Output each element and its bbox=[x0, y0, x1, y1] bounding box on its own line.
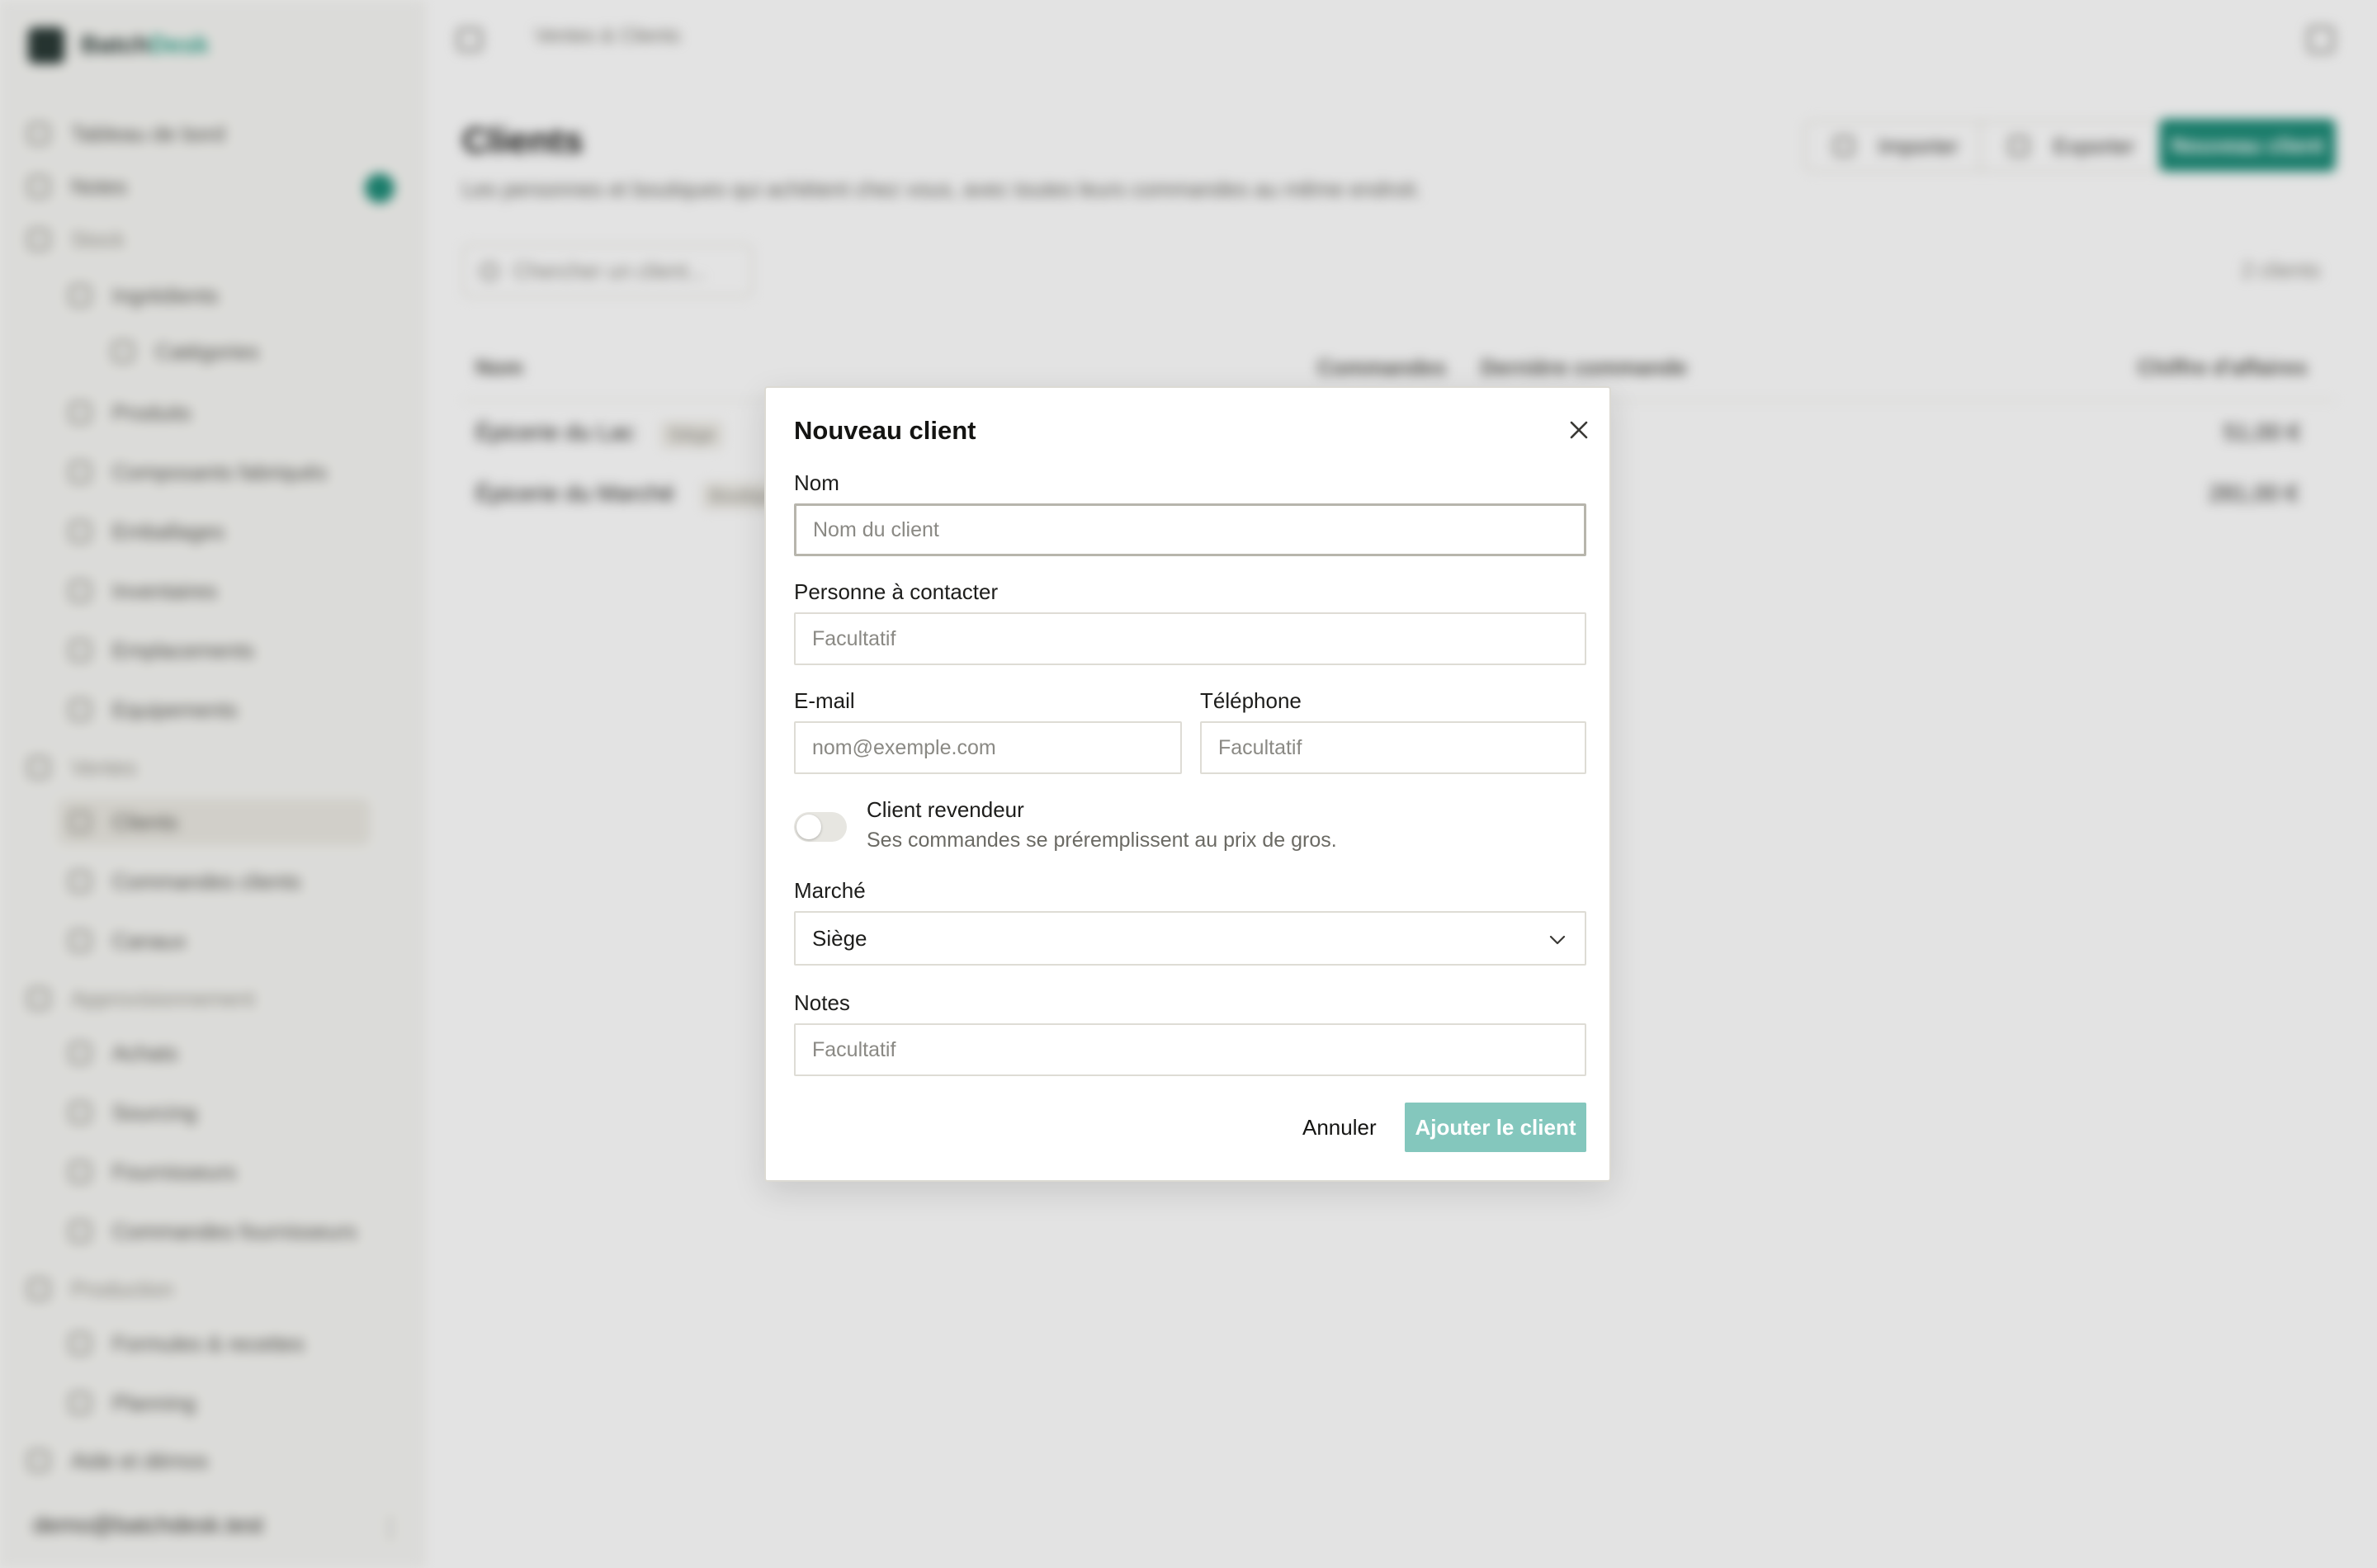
reseller-toggle[interactable] bbox=[794, 812, 847, 842]
market-select[interactable]: Siège bbox=[794, 911, 1586, 966]
phone-label: Téléphone bbox=[1200, 688, 1302, 713]
market-label: Marché bbox=[794, 878, 866, 903]
notes-label: Notes bbox=[794, 990, 850, 1015]
email-input[interactable] bbox=[794, 721, 1182, 774]
market-select-value: Siège bbox=[812, 925, 867, 951]
contact-label: Personne à contacter bbox=[794, 579, 999, 604]
name-input[interactable] bbox=[794, 503, 1586, 556]
toggle-knob bbox=[796, 815, 821, 839]
email-label: E-mail bbox=[794, 688, 855, 713]
notes-input[interactable] bbox=[794, 1023, 1586, 1076]
contact-input[interactable] bbox=[794, 612, 1586, 665]
phone-input[interactable] bbox=[1200, 721, 1586, 774]
dialog-title: Nouveau client bbox=[794, 416, 976, 445]
add-client-button[interactable]: Ajouter le client bbox=[1405, 1103, 1586, 1152]
cancel-button[interactable]: Annuler bbox=[1289, 1103, 1390, 1152]
close-icon bbox=[1570, 421, 1588, 439]
chevron-down-icon bbox=[1549, 935, 1566, 945]
name-label: Nom bbox=[794, 470, 839, 495]
reseller-label: Client revendeur bbox=[867, 797, 1024, 822]
reseller-description: Ses commandes se préremplissent au prix … bbox=[867, 829, 1337, 852]
close-button[interactable] bbox=[1563, 414, 1595, 446]
new-client-dialog: Nouveau client Nom Personne à contacter … bbox=[764, 386, 1611, 1182]
